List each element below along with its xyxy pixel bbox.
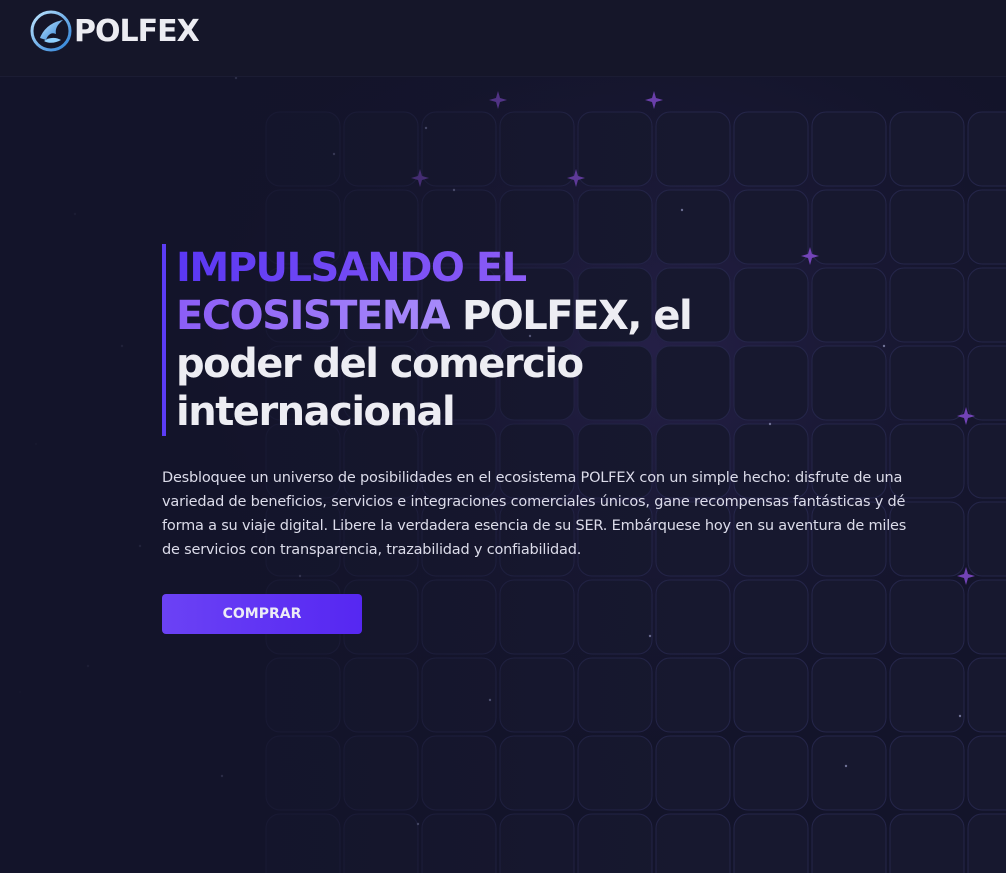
hero-headline: IMPULSANDO EL ECOSISTEMA POLFEX, el pode… [176, 244, 776, 436]
phoenix-logo-icon [30, 10, 72, 52]
buy-button[interactable]: COMPRAR [162, 594, 362, 634]
hero-description: Desbloquee un universo de posibilidades … [162, 470, 907, 558]
landing-page: POLFEX IMPULSANDO EL ECOSISTEMA POLFEX, … [0, 0, 1006, 873]
brand-name: POLFEX [74, 13, 200, 49]
headline-accent-bar: IMPULSANDO EL ECOSISTEMA POLFEX, el pode… [162, 244, 776, 436]
hero-section: IMPULSANDO EL ECOSISTEMA POLFEX, el pode… [162, 244, 922, 634]
top-navigation-bar: POLFEX [0, 0, 1006, 77]
brand-logo[interactable]: POLFEX [30, 10, 200, 52]
